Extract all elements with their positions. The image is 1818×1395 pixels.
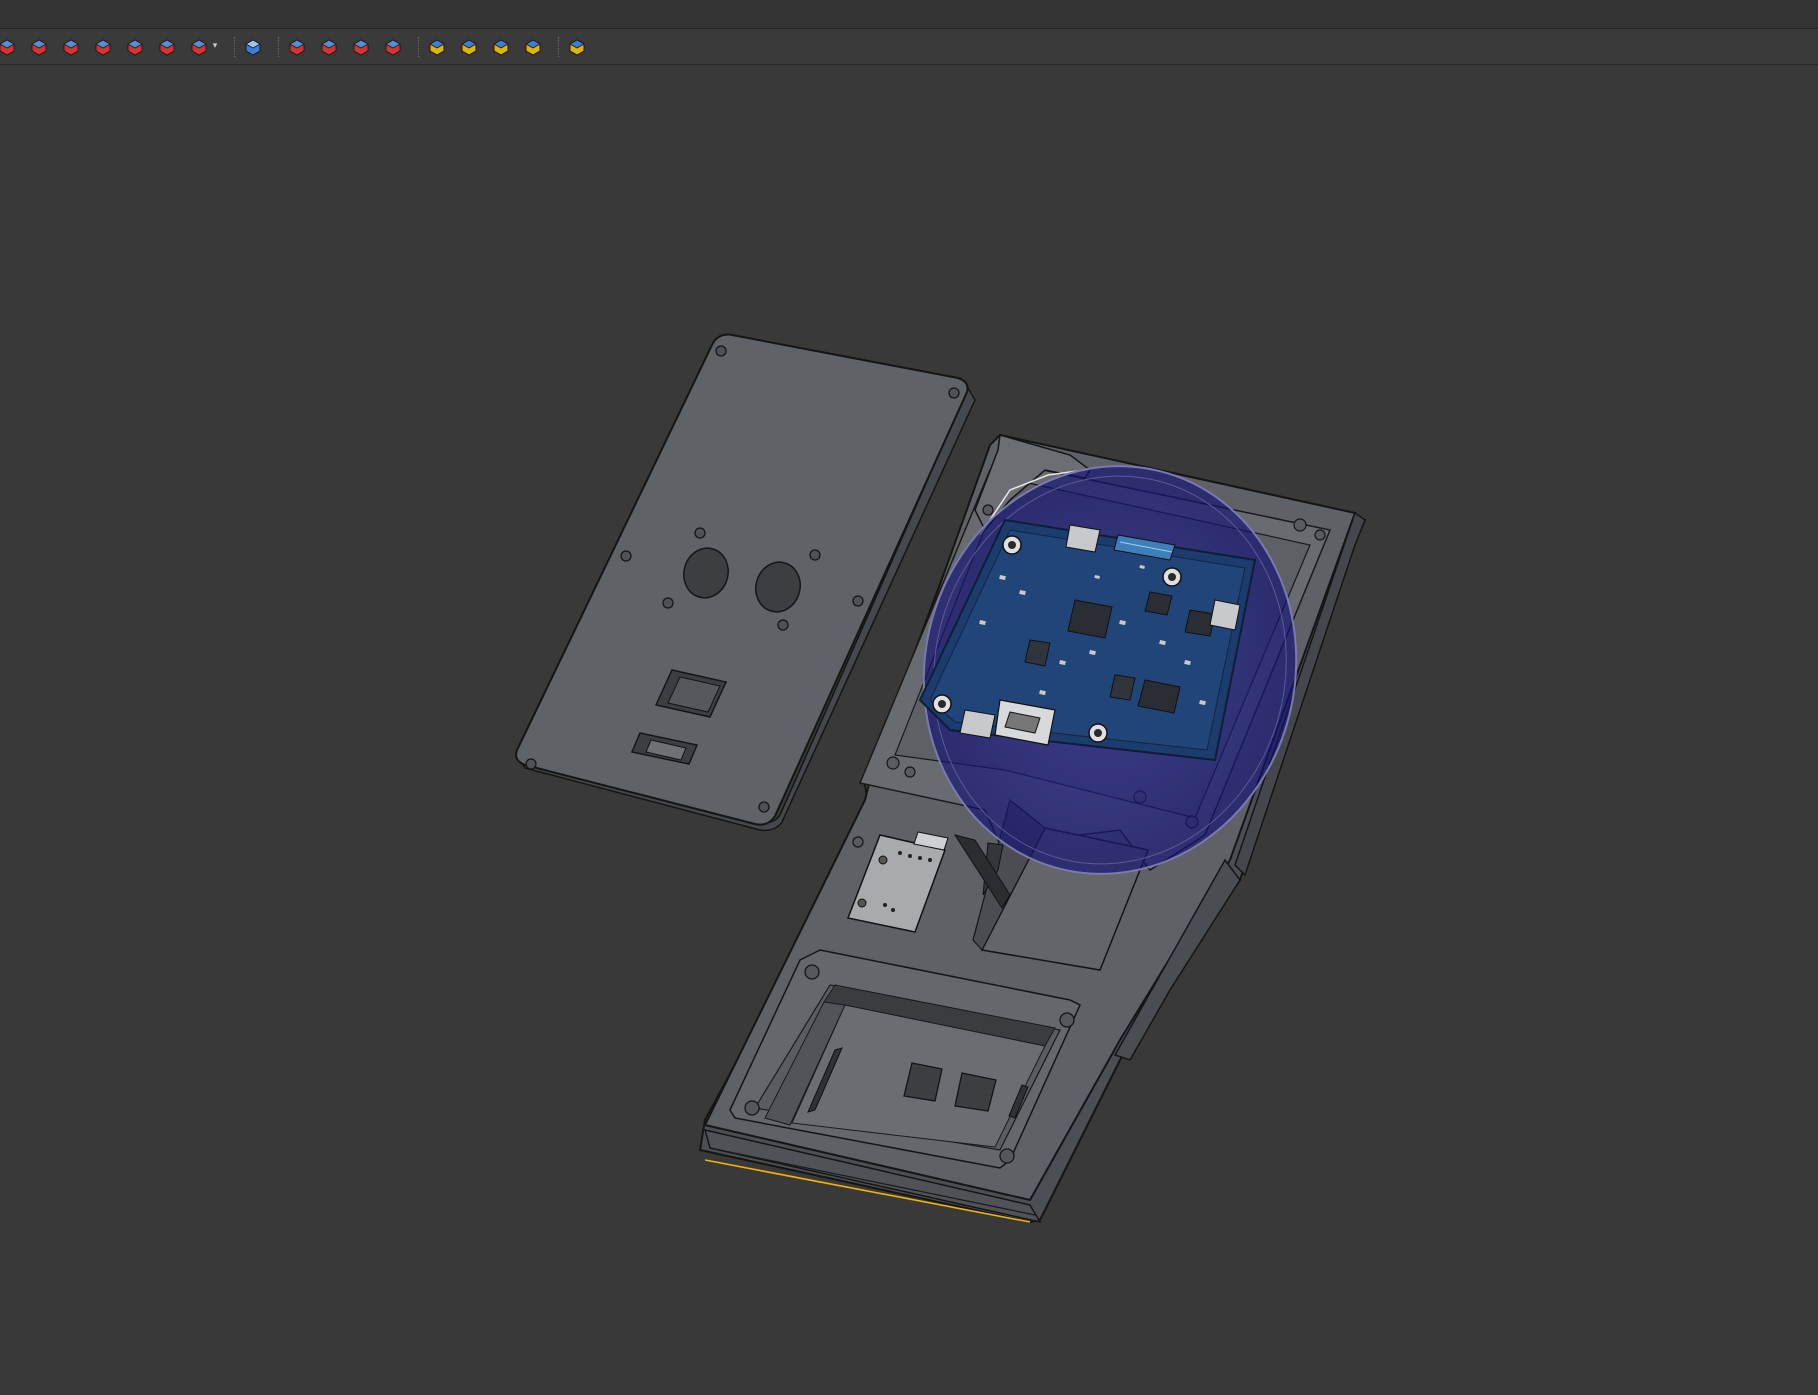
boolean-button[interactable] — [240, 34, 266, 60]
draft-button[interactable] — [348, 34, 374, 60]
fillet-button[interactable] — [284, 34, 310, 60]
polar-pattern-icon — [493, 39, 509, 56]
pocket-button[interactable] — [26, 34, 52, 60]
subtractive-primitive-icon — [191, 39, 207, 56]
title-bar — [0, 0, 1818, 29]
subtractive-box-button[interactable] — [90, 34, 116, 60]
toolbar-separator — [234, 37, 235, 57]
subtractive-helix-icon — [159, 39, 175, 56]
mirrored-button[interactable] — [424, 34, 450, 60]
sprocket-button[interactable] — [564, 34, 590, 60]
dropdown-arrow-icon[interactable]: ▾ — [210, 41, 220, 51]
subtractive-helix-button[interactable] — [154, 34, 180, 60]
toolbar-separator — [278, 37, 279, 57]
part-design-toolbar: ▾ — [0, 29, 1818, 65]
subtractive-pipe-button[interactable] — [122, 34, 148, 60]
scene-canvas[interactable] — [0, 65, 1818, 1395]
chamfer-button[interactable] — [0, 34, 20, 60]
toolbar-separator — [418, 37, 419, 57]
polar-pattern-button[interactable] — [488, 34, 514, 60]
multi-transform-icon — [525, 39, 541, 56]
3d-viewport[interactable] — [0, 65, 1818, 1395]
toolbar-separator — [558, 37, 559, 57]
chamfer-button[interactable] — [316, 34, 342, 60]
groove-button[interactable] — [58, 34, 84, 60]
draft-icon — [353, 39, 369, 56]
multi-transform-button[interactable] — [520, 34, 546, 60]
boolean-icon — [245, 39, 261, 56]
linear-pattern-icon — [461, 39, 477, 56]
linear-pattern-button[interactable] — [456, 34, 482, 60]
subtractive-primitive-button[interactable] — [186, 34, 212, 60]
mirrored-icon — [429, 39, 445, 56]
thickness-button[interactable] — [380, 34, 406, 60]
chamfer-icon — [321, 39, 337, 56]
pocket-icon — [31, 39, 47, 56]
groove-icon — [63, 39, 79, 56]
chamfer-icon — [0, 39, 15, 56]
subtractive-box-icon — [95, 39, 111, 56]
sprocket-icon — [569, 39, 585, 56]
fillet-icon — [289, 39, 305, 56]
subtractive-pipe-icon — [127, 39, 143, 56]
thickness-icon — [385, 39, 401, 56]
